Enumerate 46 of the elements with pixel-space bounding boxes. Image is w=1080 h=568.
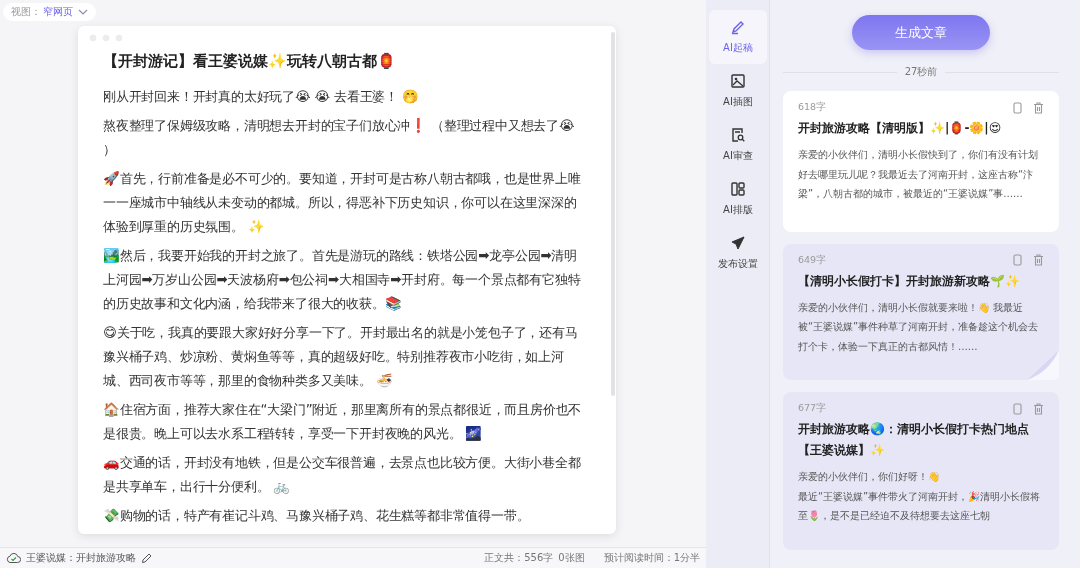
article-card-title: 开封旅游攻略【清明版】✨|🏮-🌼|😍	[798, 120, 1003, 137]
article-card[interactable]: 649字 【清明小长假打卡】开封旅游新攻略🌱✨ 亲爱的小伙伴们，清明小长假就要来啦！👋 我最近被“王婆说媒”事件种草了河南开封，准备趁这个机会去打个卡，体验一下真正的古都风情！……	[783, 243, 1059, 380]
pen-icon	[730, 19, 746, 35]
article-card-title: 开封旅游攻略🌏：清明小长假打卡热门地点【王婆说媒】✨	[798, 421, 1030, 459]
article-paragraph: 🏠住宿方面，推荐大家住在“大梁门”附近，那里离所有的景点都很近，而且房价也不是很贵。晚上可以去水系工程转转，享受一下开封夜晚的风光。 🌌	[103, 401, 582, 443]
word-count: 正文共：556字	[484, 551, 554, 565]
pencil-icon[interactable]	[141, 552, 152, 564]
article-card-title: 【清明小长假打卡】开封旅游新攻略🌱✨	[798, 272, 1021, 290]
article-excerpt: 亲爱的小伙伴们，清明小长假快到了，你们有没有计划好去哪里玩儿呢？我最近去了河南开封，这座古称“汴梁”，八朝古都的城市，被最近的“王婆说媒”事……	[798, 148, 1039, 201]
paper-plane-icon	[730, 235, 746, 251]
copy-icon[interactable]	[1012, 101, 1023, 114]
document-search-icon	[730, 127, 746, 143]
article-card[interactable]: 677字 开封旅游攻略🌏：清明小长假打卡热门地点【王婆说媒】✨ 亲爱的小伙伴们，你们好呀！👋 最近“王婆说媒”事件带火了河南开封，🎉清明小长假将至🌷，是不是已经迫不及待想要去这座七朝	[783, 392, 1059, 550]
sidebar-item[interactable]: AI审查	[709, 118, 767, 172]
sidebar-item[interactable]: AI排版	[709, 172, 767, 226]
word-count: 649字	[798, 253, 828, 267]
layout-icon	[730, 181, 746, 197]
timestamp: 27秒前	[904, 65, 938, 79]
article-paragraph: 🚗交通的话，开封没有地铁，但是公交车很普遍，去景点也比较方便。大街小巷全都是共享单车，出行十分便利。 🚲	[103, 454, 582, 496]
article-excerpt: 亲爱的小伙伴们，你们好呀！👋 最近“王婆说媒”事件带火了河南开封，🎉清明小长假将至🌷，是不是已经迫不及待想要去这座七朝	[798, 470, 1042, 523]
article-paragraph: 💸购物的话，特产有崔记斗鸡、马豫兴桶子鸡、花生糕等都非常值得一带。	[103, 507, 531, 525]
copy-icon[interactable]	[1012, 402, 1023, 415]
copy-icon[interactable]	[1012, 254, 1023, 266]
sidebar-item[interactable]: 发布设置	[709, 226, 767, 280]
article-paragraph: 熬夜整理了保姆级攻略，清明想去开封的宝子们放心冲❗ （整理过程中又想去了😭 ）	[103, 117, 576, 159]
reading-time: 预计阅读时间：1分半	[603, 551, 700, 565]
article-title: 【开封游记】看王婆说媒✨玩转八朝古都🏮	[103, 52, 397, 71]
word-count: 677字	[798, 402, 828, 415]
view-selector[interactable]: 视图： 窄网页	[3, 3, 96, 21]
trash-icon[interactable]	[1033, 402, 1044, 415]
article-card[interactable]: 618字 开封旅游攻略【清明版】✨|🏮-🌼|😍 亲爱的小伙伴们，清明小长假快到了，你们有没有计划好去哪里玩儿呢？我最近去了河南开封，这座古称“汴梁”，八朝古都的城市，被最近的“王婆说媒”事……	[783, 91, 1059, 232]
trash-icon[interactable]	[1033, 101, 1044, 114]
trash-icon[interactable]	[1033, 254, 1044, 266]
chevron-down-icon	[78, 9, 88, 15]
article-paragraph: 🏞然后，我要开始我的开封之旅了。首先是游玩的路线：铁塔公园➡龙亭公园➡清明上河园➡万岁山公园➡天波杨府➡包公祠➡大相国寺➡开封府。每一个景点都有它独特的历史故事和文化内涵，给我带来了很大的收获。📚	[103, 247, 582, 313]
article-paragraph: 🚀首先，行前准备是必不可少的。要知道，开封可是古称八朝古都哦，也是世界上唯一一座城市中轴线从未变动的都城。所以，得恶补下历史知识，你可以在这里深深的体验到厚重的历史氛围。 ✨	[103, 170, 582, 236]
cloud-check-icon	[6, 552, 21, 564]
document-name: 王婆说媒：开封旅游攻略	[26, 551, 136, 565]
sidebar-item[interactable]: AI起稿	[709, 10, 767, 64]
word-count: 618字	[798, 101, 828, 114]
article-paragraph: 😋关于吃，我真的要跟大家好好分享一下了。开封最出名的就是小笼包子了，还有马豫兴桶子鸡、炒凉粉、黄焖鱼等等，真的超级好吃。特别推荐夜市小吃街，如上河城、西司夜市等等，那里的食物种类多又美味。 🍜	[103, 324, 579, 390]
image-count: 0张图	[558, 551, 585, 565]
sidebar-item[interactable]: AI插图	[709, 64, 767, 118]
article-paragraph: 刚从开封回来！开封真的太好玩了😭 😭 去看王婆！ 🤭	[103, 88, 420, 106]
image-icon	[730, 73, 746, 89]
article-excerpt: 亲爱的小伙伴们，清明小长假就要来啦！👋 我最近被“王婆说媒”事件种草了河南开封，准备趁这个机会去打个卡，体验一下真正的古都风情！……	[798, 300, 1040, 354]
